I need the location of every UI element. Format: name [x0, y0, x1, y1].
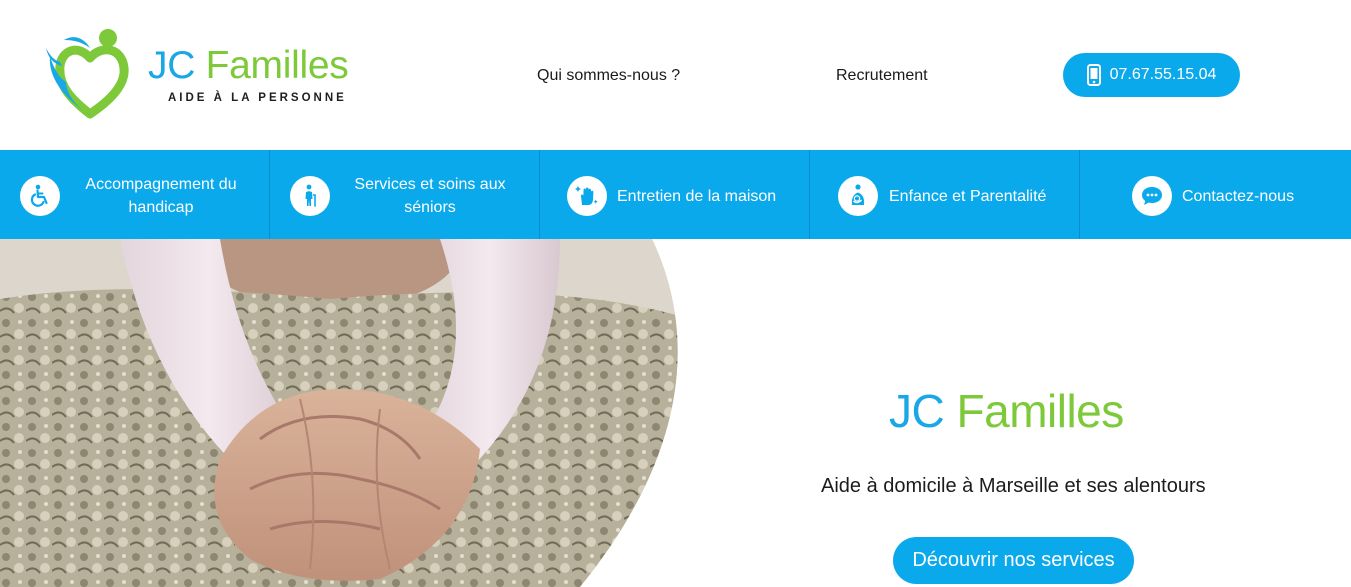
wheelchair-icon [20, 176, 60, 216]
hero-subtitle: Aide à domicile à Marseille et ses alent… [821, 475, 1206, 497]
service-label-contact: Contactez-nous [1182, 188, 1295, 205]
service-label-disability: Accompagnement du handicap [78, 173, 244, 219]
service-item-childhood-parenting[interactable]: Enfance et Parentalité [810, 150, 1080, 239]
parent-child-icon [838, 176, 878, 216]
service-label-seniors: Services et soins aux séniors [348, 173, 512, 219]
service-label-seniors-line2: séniors [404, 199, 456, 216]
discover-services-button[interactable]: Découvrir nos services [893, 537, 1134, 584]
nav-link-recruitment[interactable]: Recrutement [836, 65, 928, 87]
service-item-senior-care[interactable]: Services et soins aux séniors [270, 150, 540, 239]
hero-title-jc: JC [889, 385, 945, 437]
chat-bubble-icon [1132, 176, 1172, 216]
service-item-contact[interactable]: Contactez-nous [1080, 150, 1351, 239]
service-label-home-cleaning: Entretien de la maison [617, 188, 777, 205]
service-label-disability-line1: Accompagnement du [85, 176, 237, 193]
smartphone-icon [1086, 64, 1101, 86]
service-label-seniors-line1: Services et soins aux [354, 176, 506, 193]
heart-hands-logo-icon [46, 29, 129, 119]
services-nav-bar: Accompagnement du handicap Services et s… [0, 150, 1351, 239]
logo-wordmark: JC Familles [148, 44, 349, 88]
nav-link-about[interactable]: Qui sommes-nous ? [537, 65, 680, 87]
logo-wordmark-jc: JC [148, 44, 196, 87]
hero-photo-holding-hands [0, 239, 678, 587]
logo-wordmark-familles: Familles [205, 44, 349, 87]
site-header: JC Familles AIDE À LA PERSONNE Qui somme… [0, 0, 1351, 150]
service-label-childhood: Enfance et Parentalité [889, 188, 1047, 205]
brand-logo[interactable]: JC Familles AIDE À LA PERSONNE [44, 26, 364, 122]
cleaning-hand-sparkle-icon [567, 176, 607, 216]
logo-tagline: AIDE À LA PERSONNE [168, 92, 347, 104]
phone-call-button[interactable]: 07.67.55.15.04 [1063, 53, 1240, 97]
page: JC Familles AIDE À LA PERSONNE Qui somme… [0, 0, 1351, 587]
senior-walking-cane-icon [290, 176, 330, 216]
service-item-home-cleaning[interactable]: Entretien de la maison [540, 150, 810, 239]
hero-section [0, 239, 1351, 587]
service-label-disability-line2: handicap [128, 199, 194, 216]
service-item-disability-support[interactable]: Accompagnement du handicap [0, 150, 270, 239]
hero-title-familles: Familles [956, 385, 1125, 437]
phone-number: 07.67.55.15.04 [1109, 66, 1217, 83]
hero-title: JC Familles [889, 384, 1124, 438]
